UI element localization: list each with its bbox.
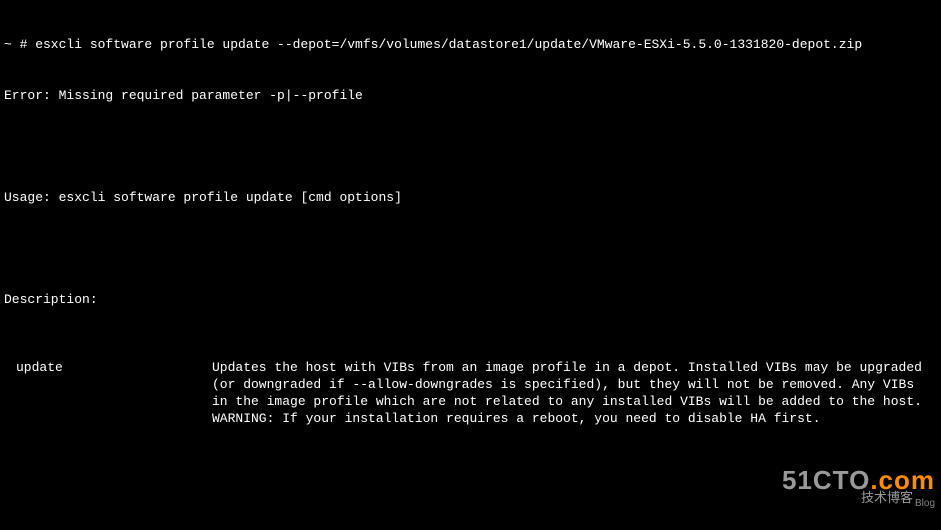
description-row: update Updates the host with VIBs from a… [4, 359, 937, 427]
blank [4, 240, 937, 257]
command-line: ~ # esxcli software profile update --dep… [4, 36, 937, 53]
usage-line: Usage: esxcli software profile update [c… [4, 189, 937, 206]
description-text: Updates the host with VIBs from an image… [212, 359, 937, 427]
blank [4, 138, 937, 155]
description-name: update [4, 359, 212, 427]
description-header: Description: [4, 291, 937, 308]
blank [4, 478, 937, 495]
error-line: Error: Missing required parameter -p|--p… [4, 87, 937, 104]
terminal-output: ~ # esxcli software profile update --dep… [0, 0, 941, 530]
